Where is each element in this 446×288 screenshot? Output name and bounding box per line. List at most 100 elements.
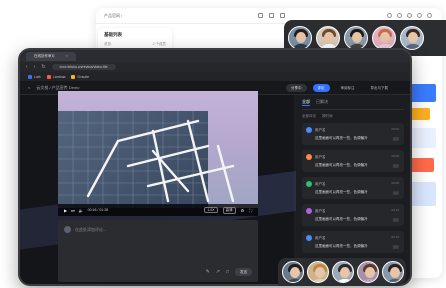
clock-icon[interactable] (397, 13, 402, 18)
avatar[interactable] (372, 26, 396, 50)
reply-link[interactable]: 回复 (393, 137, 399, 141)
reload-icon[interactable]: ↻ (41, 64, 45, 70)
back-button[interactable]: < (28, 85, 30, 91)
bookmark-item[interactable]: Dvsuite (71, 74, 89, 79)
send-button[interactable]: 发送 (235, 268, 252, 276)
comment-button[interactable]: 评论 (312, 84, 330, 92)
avatar[interactable] (332, 261, 354, 283)
avatar[interactable] (307, 261, 329, 283)
avatar[interactable] (382, 261, 404, 283)
bookmarks-bar: Lark Lambda Dvsuite (20, 72, 410, 81)
next-icon[interactable]: ⏭ (71, 208, 75, 213)
share-icon[interactable] (417, 13, 422, 18)
breadcrumb: < 云文档 / 产品宣传 Demo (28, 85, 79, 91)
grid-icon[interactable] (258, 13, 263, 18)
speed-selector[interactable]: 1.0X (204, 207, 218, 213)
comment-item[interactable]: 用户名 00:12 这里画面可以再亮一些，色调偏冷 回复 (302, 204, 404, 226)
avatar[interactable] (288, 26, 312, 50)
video-player[interactable] (58, 91, 258, 208)
comment-composer[interactable]: 在此处添加评论... ✎ ↗ □ 发送 (58, 220, 258, 282)
browser-titlebar: 在线协作审片 × (20, 50, 410, 62)
comment-time[interactable]: 00:12 (391, 208, 399, 212)
reply-link[interactable]: 回复 (393, 218, 399, 222)
pen-icon[interactable]: ✎ (206, 269, 210, 275)
comment-time[interactable]: 00:05 (391, 154, 399, 158)
tab-resolved[interactable]: 已解决 (316, 99, 328, 106)
share-button[interactable]: 分享中 (286, 84, 307, 92)
avatar[interactable] (400, 26, 424, 50)
url-field[interactable]: xxxx.feishu.cn/review/video-file (51, 64, 116, 70)
play-icon[interactable]: ▶ (64, 208, 67, 213)
back-icon[interactable]: ‹ (26, 64, 28, 70)
browser-address-bar: ‹ › ↻ xxxx.feishu.cn/review/video-file (20, 62, 410, 72)
comment-body: 这里画面可以再亮一些，色调偏冷 (315, 136, 368, 140)
close-icon[interactable]: × (66, 54, 68, 58)
review-button[interactable]: 审阅标注 (336, 84, 360, 92)
thumbnail-yellow (410, 108, 430, 120)
video-pane: ▶ ⏭ 🔈 00:16 / 01:28 1.0X 高清 ⚙ ⛶ 在此处添加评论.… (20, 91, 320, 284)
avatar[interactable] (316, 26, 340, 50)
comment-composer-row: 在此处添加评论... (64, 226, 252, 233)
list-card-sub-left: 总览 (104, 42, 111, 46)
comment-header: 用户名 (306, 181, 400, 187)
arrow-icon[interactable]: ↗ (216, 269, 220, 275)
volume-icon[interactable]: 🔈 (79, 208, 84, 213)
header-actions: 分享中 评论 审阅标注 导出与下载 (286, 84, 393, 92)
comment-item[interactable]: 用户名 00:16 这里画面可以再亮一些，色调偏冷 回复 (302, 231, 404, 253)
comment-header: 用户名 (306, 154, 400, 160)
avatar (306, 154, 312, 160)
main-content: ▶ ⏭ 🔈 00:16 / 01:28 1.0X 高清 ⚙ ⛶ 在此处添加评论.… (20, 91, 410, 284)
comment-item[interactable]: 用户名 00:02 这里画面可以再亮一些，色调偏冷 回复 (302, 123, 404, 145)
review-app-window: 在线协作审片 × ‹ › ↻ xxxx.feishu.cn/review/vid… (18, 48, 412, 286)
comments-filter: 全部评论 按时间 (302, 114, 404, 119)
avatar[interactable] (282, 261, 304, 283)
avatar[interactable] (344, 26, 368, 50)
comment-time[interactable]: 00:16 (391, 235, 399, 239)
comment-author: 用户名 (315, 208, 326, 213)
background-right-tools (387, 13, 432, 18)
comment-header: 用户名 (306, 208, 400, 214)
comment-body: 这里画面可以再亮一些，色调偏冷 (315, 190, 368, 194)
comment-time[interactable]: 00:02 (391, 127, 399, 131)
comment-item[interactable]: 用户名 00:05 这里画面可以再亮一些，色调偏冷 回复 (302, 150, 404, 172)
avatar (306, 127, 312, 133)
chart-icon[interactable] (269, 13, 274, 18)
screenshot-stage: 产品官网 / 基础列表 总览 2 个成员 在线协作审片 × ‹ › ↻ xxxx… (0, 0, 446, 288)
reply-link[interactable]: 回复 (393, 191, 399, 195)
comment-header: 用户名 (306, 235, 400, 241)
browser-tab[interactable]: 在线协作审片 × (26, 51, 77, 61)
comment-time[interactable]: 00:09 (391, 181, 399, 185)
settings-icon[interactable]: ⚙ (241, 208, 245, 213)
bookmark-item[interactable]: Lark (28, 74, 41, 79)
bookmark-item[interactable]: Lambda (46, 74, 65, 79)
comment-input[interactable]: 在此处添加评论... (75, 227, 106, 233)
comment-header: 用户名 (306, 127, 400, 133)
more-icon[interactable] (427, 13, 432, 18)
reply-link[interactable]: 回复 (393, 245, 399, 249)
bookmark-icon (46, 74, 51, 79)
filter-all[interactable]: 全部评论 (302, 114, 316, 119)
comments-panel: 全部 已解决 全部评论 按时间 用户名 00:02 这里画面可以再亮一些，色调偏… (296, 95, 410, 284)
bookmark-icon (71, 74, 76, 79)
bell-icon[interactable] (407, 13, 412, 18)
avatar (306, 181, 312, 187)
forward-icon[interactable]: › (34, 64, 36, 70)
browser-tab-title: 在线协作审片 (34, 53, 55, 58)
avatar (306, 235, 312, 241)
quality-selector[interactable]: 高清 (222, 206, 236, 214)
video-controls-right: 1.0X 高清 ⚙ ⛶ (204, 206, 252, 214)
export-button[interactable]: 导出与下载 (366, 84, 394, 92)
list-card-sub: 总览 2 个成员 (104, 42, 166, 47)
image-icon[interactable] (280, 13, 285, 18)
reply-link[interactable]: 回复 (393, 164, 399, 168)
filter-sort[interactable]: 按时间 (322, 114, 333, 119)
page-title: 云文档 / 产品宣传 Demo (36, 84, 80, 90)
comment-item[interactable]: 用户名 00:09 这里画面可以再亮一些，色调偏冷 回复 (302, 177, 404, 199)
time-display: 00:16 / 01:28 (87, 208, 109, 212)
square-icon[interactable]: □ (226, 269, 229, 275)
tab-all[interactable]: 全部 (302, 99, 310, 106)
fullscreen-icon[interactable]: ⛶ (249, 208, 252, 213)
background-toolbar (258, 13, 285, 18)
search-icon[interactable] (387, 13, 392, 18)
avatar[interactable] (357, 261, 379, 283)
